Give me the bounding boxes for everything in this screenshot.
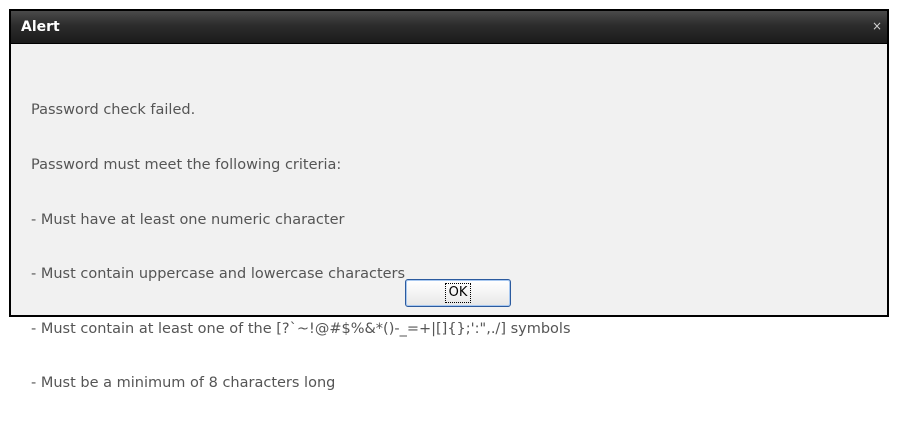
ok-button-label: OK: [445, 283, 471, 303]
message-line: - Must contain at least one of the [?`~!…: [31, 320, 571, 337]
dialog-title: Alert: [21, 19, 60, 35]
dialog-body: Password check failed. Password must mee…: [11, 44, 887, 391]
alert-message: Password check failed. Password must mee…: [31, 65, 571, 429]
message-line: Password check failed.: [31, 102, 196, 119]
alert-dialog: Alert × Password check failed. Password …: [9, 9, 889, 391]
message-line: Password must meet the following criteri…: [31, 157, 342, 174]
dialog-titlebar[interactable]: Alert ×: [11, 11, 887, 44]
close-icon[interactable]: ×: [870, 18, 884, 34]
message-line: - Must have at least one numeric charact…: [31, 211, 345, 228]
ok-button[interactable]: OK: [405, 279, 511, 307]
message-line: - Must be a minimum of 8 characters long: [31, 375, 336, 392]
